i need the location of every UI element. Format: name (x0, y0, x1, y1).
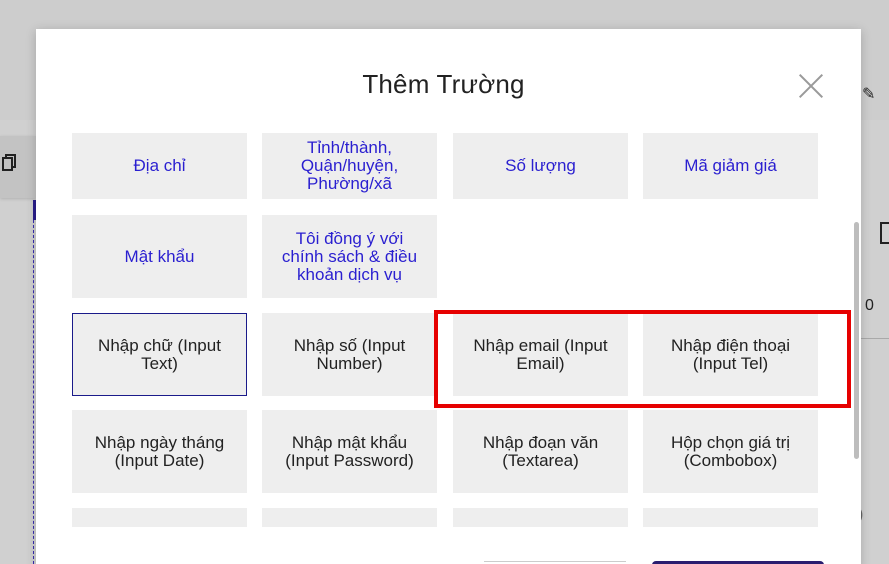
tile-label: Số lượng (505, 156, 576, 175)
field-tile-partial[interactable] (262, 508, 437, 527)
field-tile-input-password[interactable]: Nhập mật khẩu (Input Password) (262, 410, 437, 493)
tile-label: Địa chỉ (133, 156, 186, 175)
add-field-modal: Thêm Trường Địa chỉ Tỉnh/thành, Quận/huy… (36, 29, 861, 564)
tile-label: Tôi đồng ý với chính sách & điều khoản d… (281, 228, 418, 284)
copy-icon (2, 154, 16, 171)
field-tile-coupon-code[interactable]: Mã giảm giá (643, 133, 818, 199)
tile-label: Tỉnh/thành, Quận/huyện, Phường/xã (300, 138, 399, 193)
edit-icon: ✎ (862, 86, 876, 103)
tile-label: Hộp chọn giá trị (Combobox) (670, 432, 791, 470)
field-tile-password[interactable]: Mật khẩu (72, 215, 247, 298)
field-tile-textarea[interactable]: Nhập đoạn văn (Textarea) (453, 410, 628, 493)
tile-label: Nhập đoạn văn (Textarea) (482, 432, 599, 470)
field-tile-combobox[interactable]: Hộp chọn giá trị (Combobox) (643, 410, 818, 493)
field-tile-terms-agreement[interactable]: Tôi đồng ý với chính sách & điều khoản d… (262, 215, 437, 298)
field-tile-input-number[interactable]: Nhập số (Input Number) (262, 313, 437, 396)
field-tile-province-district-ward[interactable]: Tỉnh/thành, Quận/huyện, Phường/xã (262, 133, 437, 199)
field-tile-input-tel[interactable]: Nhập điện thoại (Input Tel) (643, 313, 818, 396)
background-value: 0 (865, 297, 874, 314)
tile-label: Nhập mật khẩu (Input Password) (285, 432, 414, 470)
scrollbar[interactable] (854, 222, 859, 459)
tile-label: Mã giảm giá (684, 156, 777, 175)
background-divider (861, 338, 889, 339)
field-tile-input-date[interactable]: Nhập ngày tháng (Input Date) (72, 410, 247, 493)
field-tile-quantity[interactable]: Số lượng (453, 133, 628, 199)
tile-label: Nhập điện thoại (Input Tel) (670, 335, 791, 373)
panel-icon (880, 222, 889, 244)
close-icon[interactable] (796, 71, 826, 101)
modal-title: Thêm Trường (362, 69, 525, 99)
field-tile-partial[interactable] (643, 508, 818, 527)
field-tile-input-email[interactable]: Nhập email (Input Email) (453, 313, 628, 396)
field-type-grid[interactable]: Địa chỉ Tỉnh/thành, Quận/huyện, Phường/x… (36, 133, 861, 527)
field-tile-address[interactable]: Địa chỉ (72, 133, 247, 199)
tile-label: Nhập ngày tháng (Input Date) (94, 432, 225, 470)
field-tile-partial[interactable] (453, 508, 628, 527)
background-dashed-guide (33, 220, 34, 564)
tile-label: Nhập email (Input Email) (473, 335, 608, 373)
tile-label: Nhập chữ (Input Text) (98, 335, 221, 373)
tile-label: Mật khẩu (124, 246, 195, 266)
field-tile-partial[interactable] (72, 508, 247, 527)
field-tile-input-text[interactable]: Nhập chữ (Input Text) (72, 313, 247, 396)
tile-label: Nhập số (Input Number) (293, 335, 406, 373)
